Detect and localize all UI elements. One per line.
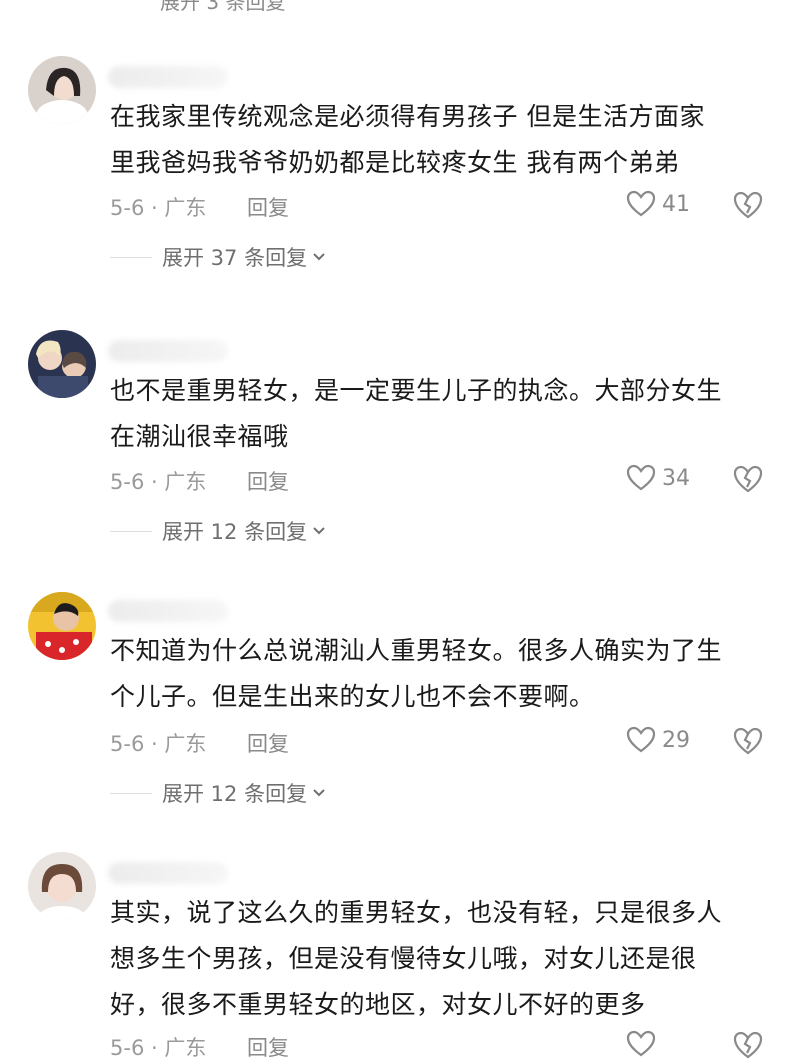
dislike-button[interactable] (732, 726, 764, 760)
date-location: 5-6 · 广东 (110, 1036, 207, 1060)
like-button[interactable]: 29 (626, 726, 690, 754)
comment-text: 在我家里传统观念是必须得有男孩子 但是生活方面家 里我爸妈我爷爷奶奶都是比较疼女… (110, 94, 770, 186)
date-location: 5-6 · 广东 (110, 470, 207, 494)
comment-meta: 5-6 · 广东 回复 (110, 466, 289, 496)
avatar[interactable] (28, 852, 96, 920)
comment-text-line: 其实，说了这么久的重男轻女，也没有轻，只是很多人 (110, 898, 723, 927)
comment-text-line: 好，很多不重男轻女的地区，对女儿不好的更多 (110, 990, 646, 1019)
expand-replies-button[interactable]: 展开 12 条回复 (110, 778, 327, 808)
username[interactable] (108, 600, 228, 622)
broken-heart-icon (733, 727, 763, 755)
dislike-button[interactable] (732, 1030, 764, 1064)
comment-text-line: 里我爸妈我爷爷奶奶都是比较疼女生 我有两个弟弟 (110, 148, 680, 177)
dislike-button[interactable] (732, 464, 764, 498)
chevron-down-icon (313, 253, 325, 261)
divider (110, 792, 152, 794)
avatar[interactable] (28, 592, 96, 660)
broken-heart-icon (733, 465, 763, 493)
avatar[interactable] (28, 330, 96, 398)
expand-replies-label: 展开 37 条回复 (162, 246, 308, 270)
heart-icon (626, 726, 656, 753)
reply-button[interactable]: 回复 (247, 466, 289, 496)
comment-text-line: 想多生个男孩，但是没有慢待女儿哦，对女儿还是很 (110, 944, 697, 973)
heart-icon (626, 1030, 656, 1057)
chevron-down-icon (313, 527, 325, 535)
broken-heart-icon (733, 191, 763, 219)
reply-button[interactable]: 回复 (247, 192, 289, 222)
comment-text: 也不是重男轻女，是一定要生儿子的执念。大部分女生 在潮汕很幸福哦 (110, 368, 770, 460)
expand-replies-button[interactable]: 展开 12 条回复 (110, 516, 327, 546)
heart-icon (626, 464, 656, 491)
like-count: 41 (662, 191, 690, 217)
username[interactable] (108, 66, 228, 88)
like-button[interactable]: 41 (626, 190, 690, 218)
reply-button[interactable]: 回复 (247, 1032, 289, 1062)
like-count: 29 (662, 727, 690, 753)
comment-text-line: 在我家里传统观念是必须得有男孩子 但是生活方面家 (110, 102, 705, 131)
comment-meta: 5-6 · 广东 回复 (110, 192, 289, 222)
username[interactable] (108, 862, 228, 884)
comment-text: 不知道为什么总说潮汕人重男轻女。很多人确实为了生 个儿子。但是生出来的女儿也不会… (110, 628, 770, 720)
like-count: 34 (662, 465, 690, 491)
chevron-down-icon (313, 789, 325, 797)
divider (110, 530, 152, 532)
divider (110, 256, 152, 258)
username[interactable] (108, 340, 228, 362)
expand-replies-partial[interactable]: 展开 3 条回复 (160, 0, 285, 15)
heart-icon (626, 190, 656, 217)
avatar[interactable] (28, 56, 96, 124)
comment-meta: 5-6 · 广东 回复 (110, 1032, 289, 1062)
comment-text-line: 不知道为什么总说潮汕人重男轻女。很多人确实为了生 (110, 636, 723, 665)
expand-replies-label: 展开 12 条回复 (162, 782, 308, 806)
comment-text: 其实，说了这么久的重男轻女，也没有轻，只是很多人 想多生个男孩，但是没有慢待女儿… (110, 890, 770, 1028)
dislike-button[interactable] (732, 190, 764, 224)
date-location: 5-6 · 广东 (110, 732, 207, 756)
expand-replies-button[interactable]: 展开 37 条回复 (110, 242, 327, 272)
like-button[interactable]: 34 (626, 464, 690, 492)
comment-text-line: 个儿子。但是生出来的女儿也不会不要啊。 (110, 682, 595, 711)
like-button[interactable] (626, 1030, 662, 1058)
reply-button[interactable]: 回复 (247, 728, 289, 758)
comment-text-line: 也不是重男轻女，是一定要生儿子的执念。大部分女生 (110, 376, 723, 405)
broken-heart-icon (733, 1031, 763, 1059)
expand-replies-label: 展开 12 条回复 (162, 520, 308, 544)
date-location: 5-6 · 广东 (110, 196, 207, 220)
comment-text-line: 在潮汕很幸福哦 (110, 422, 289, 451)
comment-meta: 5-6 · 广东 回复 (110, 728, 289, 758)
